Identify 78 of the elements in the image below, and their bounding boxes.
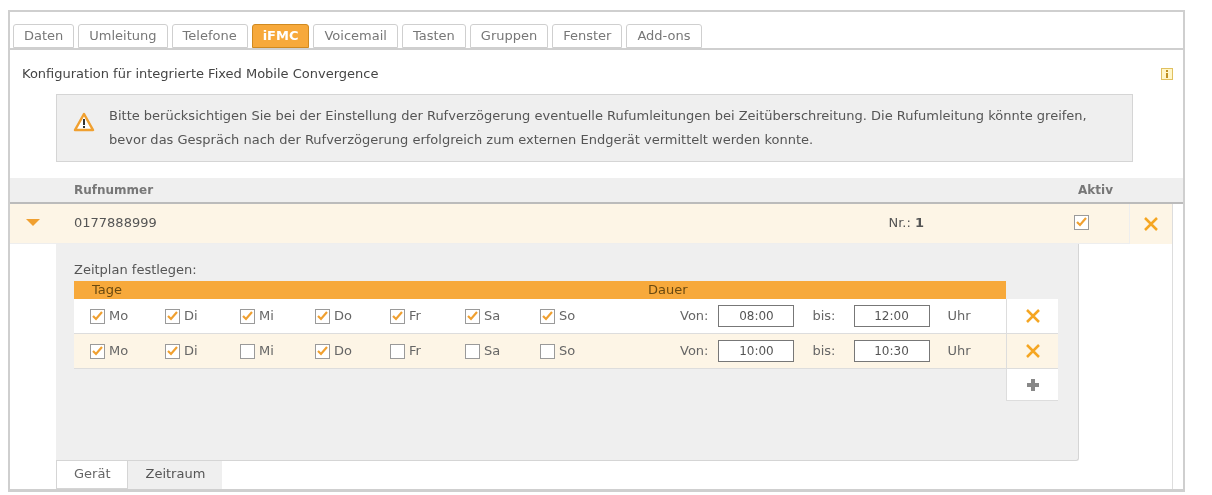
tab[interactable]: Umleitung — [78, 24, 168, 48]
phone-number: 0177888999 — [74, 214, 157, 233]
time-field[interactable]: 12:00 — [853, 305, 930, 327]
checkbox[interactable] — [90, 343, 105, 359]
table-row[interactable]: 0177888999 Nr.: 1 — [10, 203, 1129, 244]
day-label: Fr — [409, 307, 421, 326]
checkbox[interactable] — [465, 308, 480, 324]
time-field[interactable]: 10:30 — [853, 340, 930, 362]
checkbox[interactable] — [540, 343, 555, 359]
tab[interactable]: Add-ons — [626, 24, 702, 48]
add-button[interactable] — [1006, 369, 1058, 401]
to-label: bis: — [812, 342, 836, 361]
tab[interactable]: Telefone — [171, 24, 248, 48]
checkbox[interactable] — [315, 308, 330, 324]
delete-icon[interactable] — [1024, 343, 1041, 359]
warning-text: Bitte berücksichtigen Sie bei der Einstellung der Rufverzögerung eventuelle Rufumleitungen bei Zeitüberschreitung. Die Rufumleitung könnte greifen, bevor das Gespräch nach der Rufverzögerung erfolgreich zum externen Endgerät vermittelt werden konnte. — [109, 106, 1088, 149]
checkbox[interactable] — [390, 343, 405, 359]
schedule-label: Zeitplan festlegen: — [74, 260, 198, 279]
plus-icon — [1025, 377, 1040, 392]
checkbox[interactable] — [90, 308, 105, 324]
day-label: So — [559, 342, 576, 361]
check-icon — [167, 311, 178, 321]
tab[interactable]: Gruppen — [469, 24, 549, 48]
tab[interactable]: Fenster — [552, 24, 623, 48]
tab[interactable]: Daten — [13, 24, 75, 48]
checkbox[interactable] — [390, 308, 405, 324]
checkbox[interactable] — [1074, 214, 1089, 230]
page-heading: Konfiguration für integrierte Fixed Mobile Convergence — [22, 65, 379, 83]
check-icon — [317, 311, 328, 321]
tab[interactable]: Tasten — [401, 24, 466, 48]
day-label: Do — [334, 342, 352, 361]
column-header: Aktiv — [1078, 181, 1113, 199]
delete-icon[interactable] — [1143, 215, 1159, 232]
warning-icon — [73, 111, 95, 132]
check-icon — [167, 346, 178, 356]
column-header: Rufnummer — [74, 181, 154, 199]
day-label: Di — [184, 307, 198, 326]
from-label: Von: — [680, 342, 709, 361]
day-label: Sa — [484, 307, 501, 326]
delete-icon[interactable] — [1024, 308, 1041, 324]
day-label: Di — [184, 342, 198, 361]
checkbox[interactable] — [165, 308, 180, 324]
checkbox[interactable] — [315, 343, 330, 359]
time-field[interactable]: 08:00 — [718, 305, 795, 327]
checkbox[interactable] — [540, 308, 555, 324]
check-icon — [92, 346, 103, 356]
time-field[interactable]: 10:00 — [718, 340, 795, 362]
from-label: Von: — [680, 307, 709, 326]
unit-label: Uhr — [947, 307, 971, 326]
info-icon[interactable] — [1161, 67, 1173, 80]
day-label: So — [559, 307, 576, 326]
day-label: Sa — [484, 342, 501, 361]
check-icon — [467, 311, 478, 321]
check-icon — [317, 346, 328, 356]
check-icon — [1076, 217, 1087, 228]
tab[interactable]: Voicemail — [313, 24, 398, 48]
expand-caret-icon[interactable] — [26, 219, 40, 227]
day-label: Mi — [259, 342, 274, 361]
checkbox[interactable] — [240, 343, 255, 359]
check-icon — [542, 311, 553, 321]
check-icon — [392, 311, 403, 321]
checkbox[interactable] — [465, 343, 480, 359]
to-label: bis: — [812, 307, 836, 326]
column-header: Dauer — [648, 281, 688, 300]
day-label: Do — [334, 307, 352, 326]
day-label: Mo — [109, 342, 129, 361]
entry-number: Nr.: 1 — [888, 214, 924, 233]
check-icon — [92, 311, 103, 321]
unit-label: Uhr — [947, 342, 971, 361]
tab[interactable]: Gerät — [56, 461, 129, 489]
tab[interactable]: Zeitraum — [128, 461, 223, 489]
check-icon — [242, 311, 253, 321]
checkbox[interactable] — [240, 308, 255, 324]
column-header: Tage — [92, 281, 122, 300]
day-label: Fr — [409, 342, 421, 361]
checkbox[interactable] — [165, 343, 180, 359]
day-label: Mi — [259, 307, 274, 326]
day-label: Mo — [109, 307, 129, 326]
